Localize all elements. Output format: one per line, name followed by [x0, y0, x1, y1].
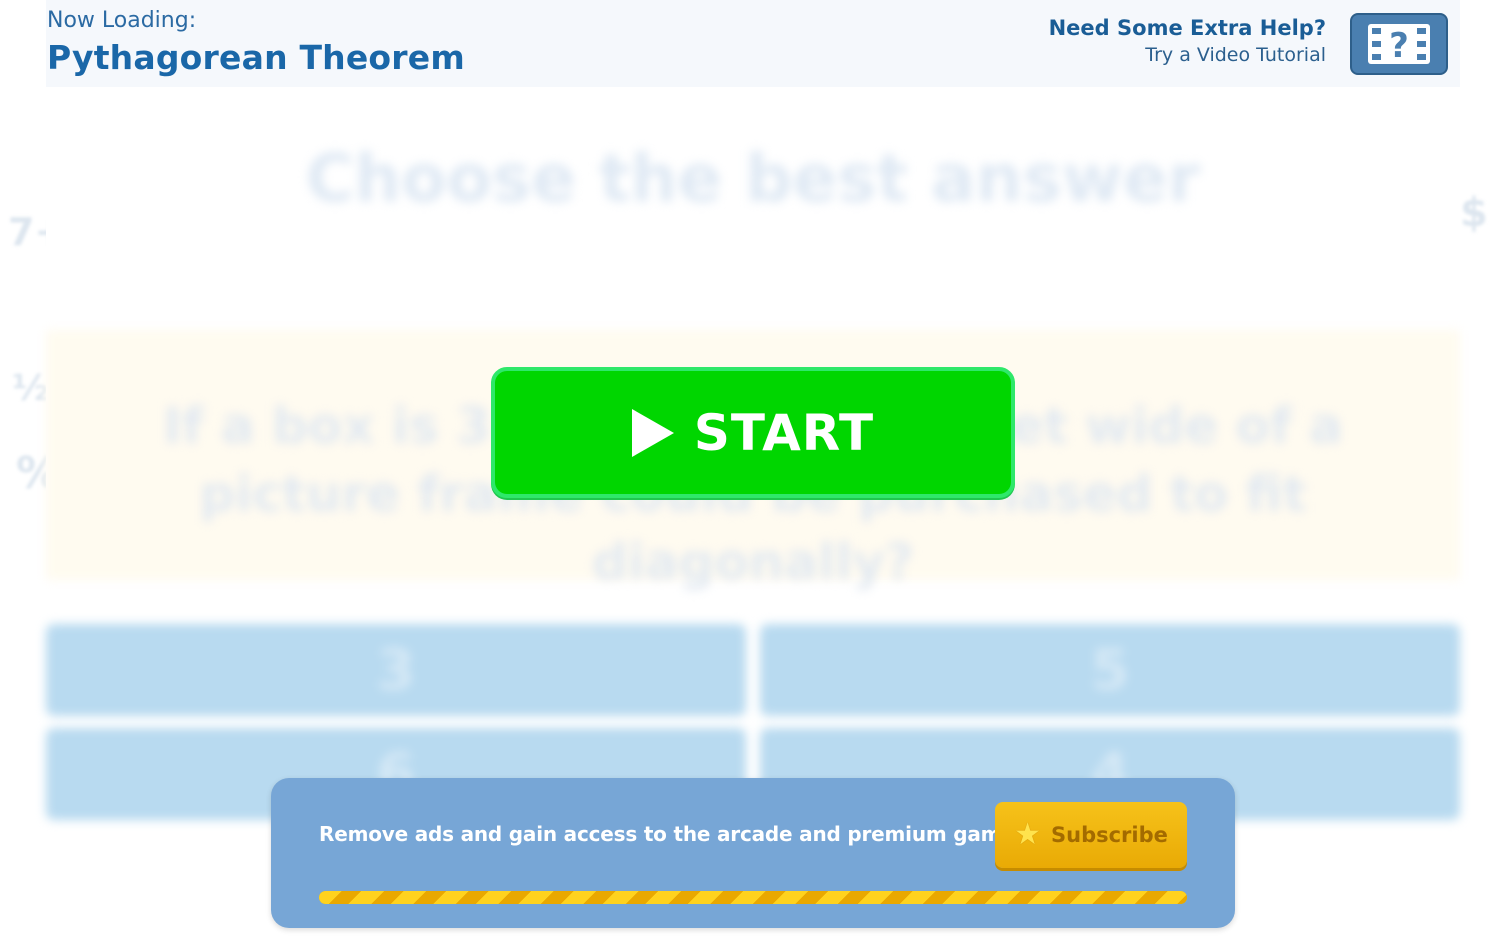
answer-option: 3: [46, 624, 746, 716]
banner-message: Remove ads and gain access to the arcade…: [319, 822, 1036, 846]
loading-header: Now Loading: Pythagorean Theorem Need So…: [46, 0, 1460, 87]
play-icon: [631, 408, 674, 457]
game-stage: Now Loading: Pythagorean Theorem Need So…: [46, 0, 1460, 940]
star-icon: ★: [1014, 817, 1041, 852]
loading-progress-fill: [319, 891, 1187, 904]
help-title[interactable]: Need Some Extra Help?: [1049, 16, 1326, 40]
svg-text:?: ?: [1389, 26, 1409, 66]
side-decoration: $: [1460, 190, 1488, 236]
side-decoration: ½: [12, 368, 50, 409]
subscribe-banner: Remove ads and gain access to the arcade…: [271, 778, 1235, 928]
video-help-link[interactable]: Need Some Extra Help? Try a Video Tutori…: [1049, 16, 1326, 66]
now-loading-label: Now Loading:: [47, 8, 197, 33]
game-title: Pythagorean Theorem: [47, 38, 465, 77]
subscribe-label: Subscribe: [1051, 823, 1168, 847]
video-tutorial-icon: ?: [1368, 24, 1430, 66]
question-heading: Choose the best answer: [305, 140, 1201, 217]
answer-option: 5: [760, 624, 1460, 716]
subscribe-button[interactable]: ★ Subscribe: [995, 802, 1187, 868]
video-tutorial-button[interactable]: ?: [1350, 13, 1448, 75]
start-label: START: [693, 403, 875, 462]
help-subtitle[interactable]: Try a Video Tutorial: [1049, 44, 1326, 66]
start-button[interactable]: START: [491, 367, 1015, 498]
loading-progress-bar: [319, 891, 1187, 904]
